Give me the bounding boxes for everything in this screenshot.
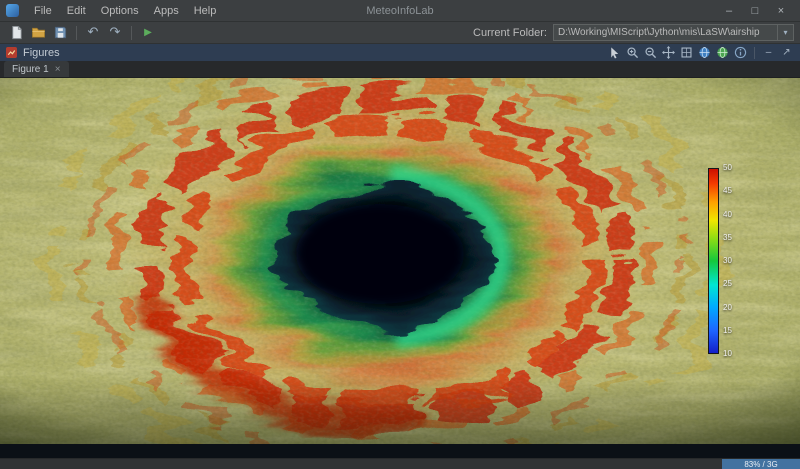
figures-toolbar-separator xyxy=(754,47,755,59)
minimize-button[interactable]: – xyxy=(716,4,742,18)
close-button[interactable]: × xyxy=(768,4,794,18)
menu-options[interactable]: Options xyxy=(94,3,146,19)
figures-panel-title: Figures xyxy=(23,47,60,59)
memory-indicator[interactable]: 83% / 3G xyxy=(722,459,800,469)
new-script-button[interactable] xyxy=(6,23,26,42)
colorbar-gradient xyxy=(708,168,719,354)
panel-minimize-button[interactable]: – xyxy=(761,45,776,60)
menu-help[interactable]: Help xyxy=(187,3,224,19)
colorbar-tick: 25 xyxy=(723,280,732,288)
tab-figure-1-label: Figure 1 xyxy=(12,64,49,75)
run-button[interactable]: ▶ xyxy=(138,23,158,42)
save-button[interactable] xyxy=(50,23,70,42)
toolbar-separator xyxy=(76,26,77,40)
current-folder-label: Current Folder: xyxy=(473,27,547,39)
figures-panel-header: Figures xyxy=(0,44,800,61)
meteoinfolab-window: File Edit Options Apps Help MeteoInfoLab… xyxy=(0,0,800,469)
main-toolbar: ↶ ↷ ▶ Current Folder: ▾ xyxy=(0,22,800,44)
menu-edit[interactable]: Edit xyxy=(60,3,93,19)
colorbar-tick: 20 xyxy=(723,304,732,312)
full-extent-icon[interactable] xyxy=(679,45,694,60)
figures-panel-icon xyxy=(6,47,17,58)
figures-toolbar: – ↗ xyxy=(607,45,794,60)
pan-icon[interactable] xyxy=(661,45,676,60)
current-folder-input[interactable] xyxy=(553,24,778,41)
tab-figure-1[interactable]: Figure 1 × xyxy=(4,61,69,77)
maximize-button[interactable]: □ xyxy=(742,4,768,18)
colorbar-tick: 15 xyxy=(723,327,732,335)
open-file-button[interactable] xyxy=(28,23,48,42)
colorbar: 50 45 40 35 30 25 20 15 10 xyxy=(708,168,742,368)
colorbar-tick: 45 xyxy=(723,187,732,195)
colorbar-tick: 40 xyxy=(723,211,732,219)
select-arrow-icon[interactable] xyxy=(607,45,622,60)
colorbar-tick: 50 xyxy=(723,164,732,172)
window-controls: – □ × xyxy=(716,4,794,18)
redo-button[interactable]: ↷ xyxy=(105,23,125,42)
undo-button[interactable]: ↶ xyxy=(83,23,103,42)
zoom-in-icon[interactable] xyxy=(625,45,640,60)
save-icon xyxy=(53,25,68,40)
folder-dropdown-button[interactable]: ▾ xyxy=(778,24,794,41)
globe-green-icon[interactable] xyxy=(715,45,730,60)
tab-close-icon[interactable]: × xyxy=(55,64,61,75)
colorbar-tick-labels: 50 45 40 35 30 25 20 15 10 xyxy=(723,164,732,358)
current-folder-box: Current Folder: ▾ xyxy=(473,24,794,41)
status-bar: 83% / 3G xyxy=(0,458,800,469)
menu-apps[interactable]: Apps xyxy=(147,3,186,19)
colorbar-tick: 30 xyxy=(723,257,732,265)
open-folder-icon xyxy=(31,25,46,40)
colorbar-tick: 10 xyxy=(723,350,732,358)
globe-blue-icon[interactable] xyxy=(697,45,712,60)
hurricane-render xyxy=(0,78,800,458)
panel-float-button[interactable]: ↗ xyxy=(779,45,794,60)
figure-canvas[interactable]: 50 45 40 35 30 25 20 15 10 xyxy=(0,78,800,458)
zoom-out-icon[interactable] xyxy=(643,45,658,60)
menu-file[interactable]: File xyxy=(27,3,59,19)
toolbar-separator xyxy=(131,26,132,40)
menubar: File Edit Options Apps Help xyxy=(27,3,223,19)
identify-info-icon[interactable] xyxy=(733,45,748,60)
titlebar: File Edit Options Apps Help MeteoInfoLab… xyxy=(0,0,800,22)
new-script-icon xyxy=(9,25,24,40)
figure-tab-bar: Figure 1 × xyxy=(0,61,800,78)
colorbar-tick: 35 xyxy=(723,234,732,242)
domain-bottom-edge xyxy=(0,444,800,458)
